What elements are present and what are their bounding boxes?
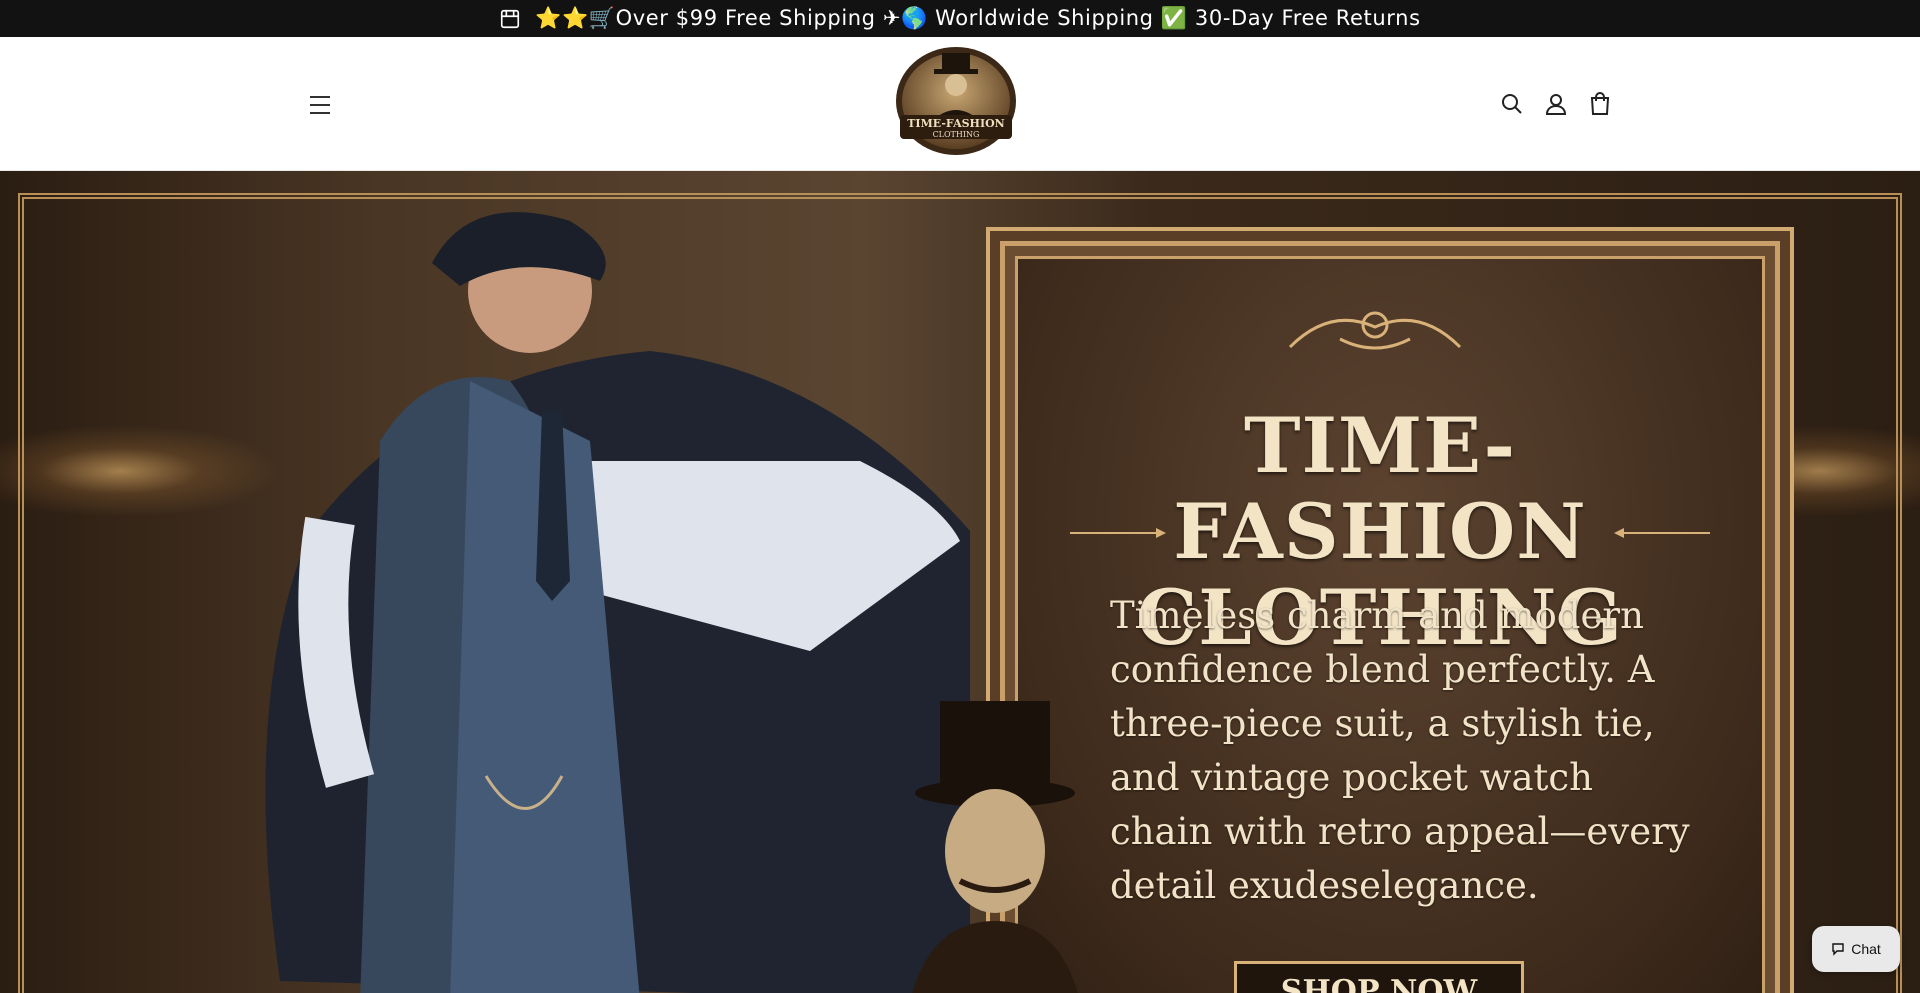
announcement-bar: ⭐⭐🛒Over $99 Free Shipping ✈🌎 Worldwide S… — [0, 0, 1920, 37]
cart-icon[interactable] — [1585, 89, 1615, 119]
chat-bubble-icon — [1832, 943, 1844, 956]
flourish-right — [1614, 528, 1710, 538]
store-icon — [501, 9, 520, 28]
brand-logo[interactable]: TIME-FASHION CLOTHING — [892, 45, 1020, 157]
announcement-text: ⭐⭐🛒Over $99 Free Shipping ✈🌎 Worldwide S… — [535, 6, 1421, 30]
account-icon[interactable] — [1541, 89, 1571, 119]
ornament-crest — [1288, 311, 1462, 350]
hero-description: Timeless charm and modern confidence ble… — [1110, 594, 1690, 907]
chat-label: Chat — [1851, 941, 1881, 957]
svg-text:CLOTHING: CLOTHING — [933, 130, 980, 139]
hero-title-line-1: TIME-FASHION — [1173, 401, 1587, 576]
shop-now-button[interactable]: SHOP NOW — [1234, 961, 1524, 993]
flourish-left — [1070, 528, 1166, 538]
hamburger-menu-icon[interactable] — [304, 91, 336, 119]
chat-button[interactable]: Chat — [1812, 926, 1900, 972]
svg-text:TIME-FASHION: TIME-FASHION — [907, 117, 1004, 130]
site-header: TIME-FASHION CLOTHING — [0, 37, 1920, 171]
hero-banner: TIME-FASHION CLOTHING Timeless charm and… — [0, 171, 1920, 993]
top-hat-gentleman-engraving — [912, 701, 1078, 993]
search-icon[interactable] — [1497, 89, 1527, 119]
